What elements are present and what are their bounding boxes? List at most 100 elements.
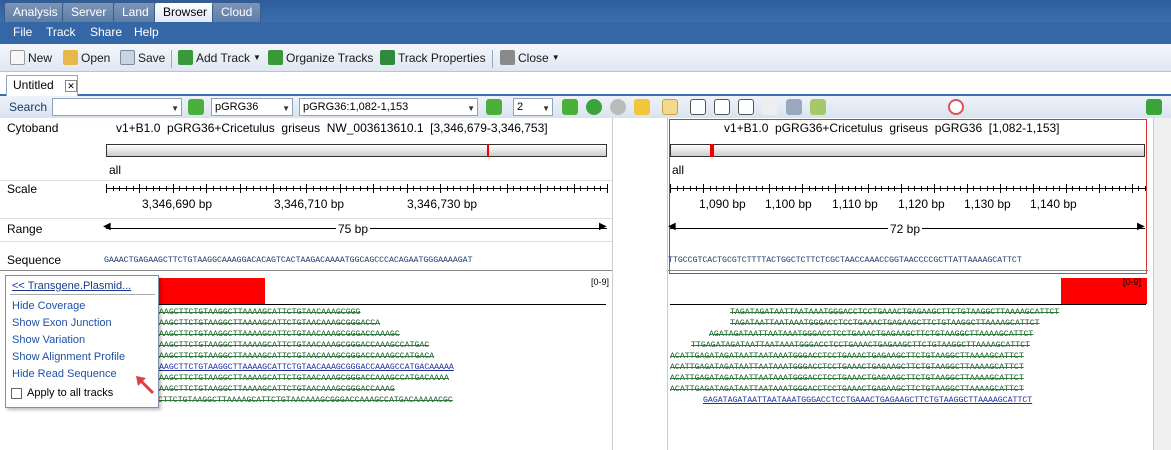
vertical-scrollbar[interactable] <box>1153 118 1171 450</box>
tab-cloud[interactable]: Cloud <box>212 2 262 22</box>
coverage-bar[interactable] <box>150 278 265 304</box>
scale-tick <box>226 186 228 191</box>
save-button[interactable]: Save <box>120 50 165 65</box>
close-button[interactable]: Close ▼ <box>500 50 560 65</box>
scale-tick <box>854 186 856 191</box>
scale-tick <box>848 186 850 191</box>
close-icon[interactable]: ✕ <box>65 80 77 92</box>
tab-browser[interactable]: Browser <box>154 2 217 22</box>
chromosome-ideogram[interactable] <box>106 144 607 157</box>
split-view-icon[interactable] <box>714 99 730 115</box>
bookmark-star-icon[interactable] <box>634 99 650 115</box>
copy-icon[interactable] <box>786 99 802 115</box>
document-tab-untitled[interactable]: Untitled ✕ <box>6 75 78 96</box>
scale-tick <box>1118 186 1120 191</box>
scale-tick <box>966 184 968 193</box>
tab-land[interactable]: Land <box>113 2 158 22</box>
zoom-select[interactable]: 2 ▼ <box>513 98 553 116</box>
genome-select[interactable]: pGRG36 ▼ <box>211 98 293 116</box>
scale-tick <box>139 184 141 193</box>
menu-help[interactable]: Help <box>134 25 159 39</box>
menu-track[interactable]: Track <box>46 25 76 39</box>
track-name-link[interactable]: << Transgene.Plasmid... <box>12 280 131 292</box>
menu-share[interactable]: Share <box>90 25 122 39</box>
track-properties-icon <box>380 50 395 65</box>
left-panel-title: v1+B1.0 pGRG36+Cricetulus griseus NW_003… <box>116 121 548 135</box>
scale-tick <box>1046 186 1048 191</box>
menu-file[interactable]: File <box>13 25 32 39</box>
go-location-icon[interactable] <box>486 99 502 115</box>
save-icon <box>120 50 135 65</box>
go-arrow-icon[interactable] <box>188 99 204 115</box>
refresh-icon[interactable] <box>562 99 578 115</box>
folder-icon <box>63 50 78 65</box>
hide-coverage-item[interactable]: Hide Coverage <box>12 300 85 312</box>
track-properties-button[interactable]: Track Properties <box>380 50 486 65</box>
scale-tick <box>881 186 883 191</box>
location-input[interactable]: pGRG36:1,082-1,153 ▼ <box>299 98 478 116</box>
scale-tick <box>473 184 475 193</box>
read-alignment[interactable]: AAGCTTCTGTAAGGCTTAAAAGCATTCTGTAACAAAGCGG… <box>159 374 449 383</box>
read-alignment[interactable]: AAGCTTCTGTAAGGCTTAAAAGCATTCTGTAACAAAGCGG… <box>159 308 360 317</box>
read-alignment[interactable]: ACATTGAGATAGATAATTAATAAATGGGACCTCCTGAAAC… <box>670 363 1024 372</box>
tab-server[interactable]: Server <box>62 2 116 22</box>
read-alignment[interactable]: TAGATAGATAATTAATAAATGGGACCTCCTGAAACTGAGA… <box>730 308 1059 317</box>
scale-tick <box>366 186 368 191</box>
back-icon[interactable] <box>586 99 602 115</box>
scale-tick <box>219 186 221 191</box>
chromosome-ideogram[interactable] <box>670 144 1145 157</box>
chevron-down-icon: ▼ <box>467 104 475 113</box>
read-alignment[interactable]: AAGCTTCTGTAAGGCTTAAAAGCATTCTGTAACAAAGCGG… <box>159 363 454 372</box>
zoom-out-icon[interactable] <box>948 99 964 115</box>
read-alignment[interactable]: AAGCTTCTGTAAGGCTTAAAAGCATTCTGTAACAAAGCGG… <box>159 352 434 361</box>
read-alignment[interactable]: ACATTGAGATAGATAATTAATAAATGGGACCTCCTGAAAC… <box>670 385 1024 394</box>
show-alignment-profile-item[interactable]: Show Alignment Profile <box>12 351 125 363</box>
read-alignment[interactable]: GAGATAGATAATTAATAAATGGGACCTCCTGAAACTGAGA… <box>703 396 1032 405</box>
scale-tick <box>841 186 843 191</box>
scale-tick <box>1079 186 1081 191</box>
read-alignment[interactable]: AAGCTTCTGTAAGGCTTAAAAGCATTCTGTAACAAAGCGG… <box>159 330 400 339</box>
scale-tick <box>1072 186 1074 191</box>
open-button[interactable]: Open <box>63 50 110 65</box>
pointer-tool-icon[interactable] <box>662 99 678 115</box>
read-alignment[interactable]: ACATTGAGATAGATAATTAATAAATGGGACCTCCTGAAAC… <box>670 352 1024 361</box>
scale-tick <box>520 186 522 191</box>
read-alignment[interactable]: TTGAGATAGATAATTAATAAATGGGACCTCCTGAAACTGA… <box>691 341 1030 350</box>
scale-tick <box>306 184 308 193</box>
scale-tick <box>506 184 508 193</box>
export-icon[interactable] <box>810 99 826 115</box>
scale-tick <box>126 186 128 191</box>
grid-view-icon[interactable] <box>738 99 754 115</box>
scale-tick <box>973 186 975 191</box>
arrow-right-icon: ▶ <box>1137 221 1145 232</box>
scale-tick <box>152 186 154 191</box>
scale-tick <box>755 186 757 191</box>
read-alignment[interactable]: AAGCTTCTGTAAGGCTTAAAAGCATTCTGTAACAAAGCGG… <box>159 341 429 350</box>
read-alignment[interactable]: TAGATAATTAATAAATGGGACCTCCTGAAACTGAGAAGCT… <box>730 319 1040 328</box>
tab-analysis[interactable]: Analysis <box>4 2 67 22</box>
forward-icon[interactable] <box>610 99 626 115</box>
scale-tick <box>1138 186 1140 191</box>
zoom-in-icon[interactable] <box>1146 99 1162 115</box>
scale-tick <box>339 184 341 193</box>
spell-check-icon[interactable] <box>762 99 778 115</box>
single-view-icon[interactable] <box>690 99 706 115</box>
new-button[interactable]: New <box>10 50 52 65</box>
read-alignment[interactable]: AAGCTTCTGTAAGGCTTAAAAGCATTCTGTAACAAAGCGG… <box>159 319 380 328</box>
panel-divider[interactable] <box>612 118 668 450</box>
scale-tick <box>239 184 241 193</box>
scale-tick <box>299 186 301 191</box>
scale-tick <box>446 186 448 191</box>
read-alignment[interactable]: ACATTGAGATAGATAATTAATAAATGGGACCTCCTGAAAC… <box>670 374 1024 383</box>
scale-tick <box>159 186 161 191</box>
search-input[interactable]: ▼ <box>52 98 182 116</box>
read-alignment[interactable]: AGATAGATAATTAATAAATGGGACCTCCTGAAACTGAGAA… <box>709 330 1033 339</box>
read-alignment[interactable]: AAGCTTCTGTAAGGCTTAAAAGCATTCTGTAACAAAGCGG… <box>159 385 395 394</box>
apply-all-checkbox[interactable] <box>11 388 22 399</box>
scale-tick <box>286 186 288 191</box>
show-exon-junction-item[interactable]: Show Exon Junction <box>12 317 112 329</box>
add-track-button[interactable]: Add Track ▼ <box>178 50 261 65</box>
show-variation-item[interactable]: Show Variation <box>12 334 85 346</box>
hide-read-sequence-item[interactable]: Hide Read Sequence <box>12 368 117 380</box>
organize-tracks-button[interactable]: Organize Tracks <box>268 50 373 65</box>
